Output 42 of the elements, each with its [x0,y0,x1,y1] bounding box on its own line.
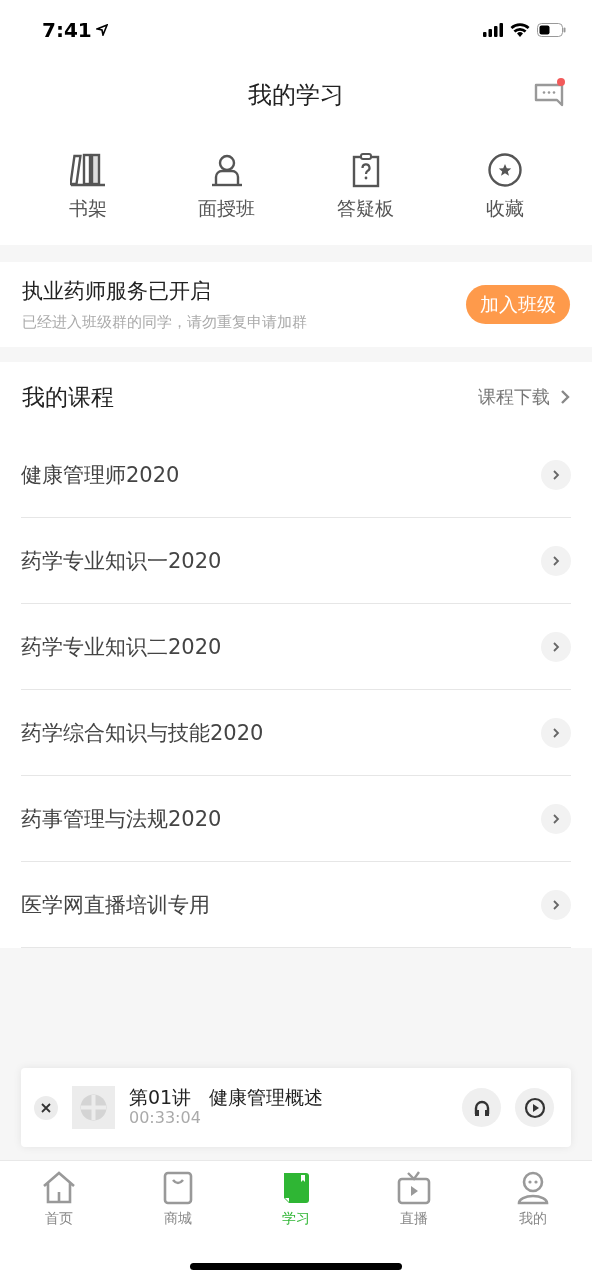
signal-icon [483,23,503,37]
course-item[interactable]: 健康管理师2020 [21,432,571,518]
audio-button[interactable] [462,1088,501,1127]
tab-item[interactable]: 直播 [355,1161,474,1228]
chevron-right-icon [541,889,571,920]
notice-subtitle: 已经进入班级群的同学，请勿重复申请加群 [22,313,308,332]
headphones-icon [472,1098,491,1117]
section-title: 我的课程 [22,382,114,412]
play-icon [523,1096,546,1119]
page-title: 我的学习 [248,80,344,111]
close-icon [41,1102,51,1113]
chevron-right-icon [560,390,570,404]
chevron-right-icon [541,717,571,748]
chevron-right-icon [541,545,571,576]
tab-item[interactable]: 首页 [0,1161,119,1228]
tab-item[interactable]: 我的 [473,1161,592,1228]
course-item[interactable]: 医学网直播培训专用 [21,862,571,948]
tab-item[interactable]: 商城 [118,1161,237,1228]
shortcut-link[interactable]: 书架 [18,130,157,245]
clock-time: 7:41 [42,18,92,42]
course-item[interactable]: 药学专业知识一2020 [21,518,571,604]
shortcut-link[interactable]: 答疑板 [296,130,435,245]
close-button[interactable] [34,1095,58,1120]
course-item[interactable]: 药事管理与法规2020 [21,776,571,862]
location-arrow-icon [95,24,108,36]
chevron-right-icon [541,459,571,490]
course-item[interactable]: 药学综合知识与技能2020 [21,690,571,776]
lecture-number: 第01讲 [129,1087,192,1110]
course-item[interactable]: 药学专业知识二2020 [21,604,571,690]
bookshelf-icon [69,152,106,188]
tv-icon [396,1170,433,1206]
chevron-right-icon [541,631,571,662]
download-link[interactable]: 课程下载 [478,385,570,409]
chevron-right-icon [541,803,571,834]
shortcut-link[interactable]: 面授班 [157,130,296,245]
shortcut-link[interactable]: 收藏 [435,130,574,245]
notice-title: 执业药师服务已开启 [22,278,212,305]
lecture-title: 健康管理概述 [209,1087,324,1110]
wifi-icon [510,22,530,38]
play-time: 00:33:04 [129,1109,202,1128]
battery-icon [537,23,566,37]
play-button[interactable] [515,1088,554,1127]
